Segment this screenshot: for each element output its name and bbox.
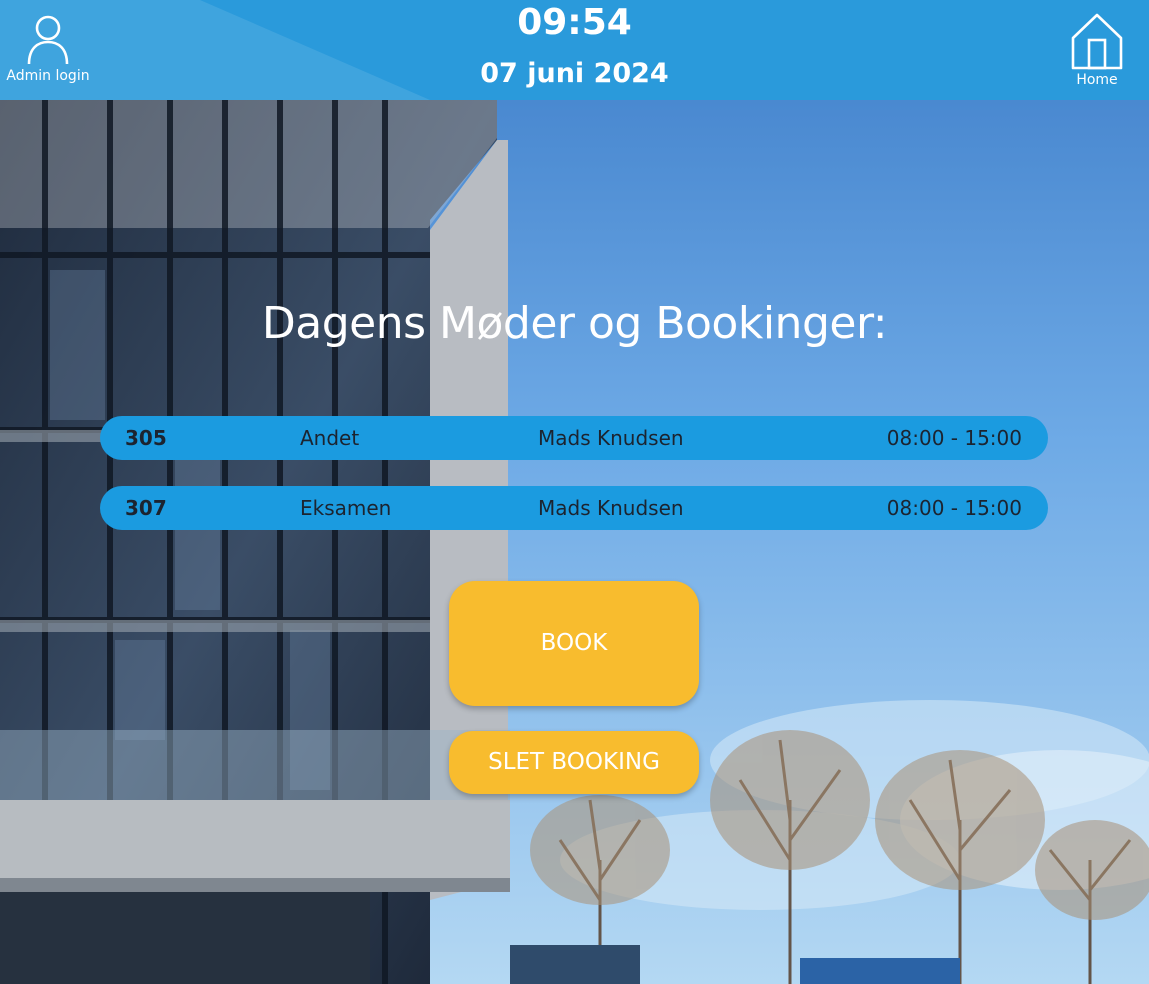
booking-organizer: Mads Knudsen — [538, 496, 684, 520]
booking-room: 307 — [125, 496, 167, 520]
clock-time: 09:54 — [517, 2, 632, 43]
booking-organizer: Mads Knudsen — [538, 426, 684, 450]
book-button[interactable]: BOOK — [449, 581, 699, 706]
kiosk-screen: Admin login 09:54 07 juni 2024 Home Dage… — [0, 0, 1149, 984]
bookings-list: 305 Andet Mads Knudsen 08:00 - 15:00 307… — [100, 416, 1048, 556]
booking-time: 08:00 - 15:00 — [886, 426, 1022, 450]
delete-booking-button[interactable]: SLET BOOKING — [449, 731, 699, 794]
current-date: 07 juni 2024 — [480, 58, 669, 89]
top-bar: Admin login 09:54 07 juni 2024 Home — [0, 0, 1149, 100]
home-icon — [1071, 13, 1123, 70]
booking-row[interactable]: 305 Andet Mads Knudsen 08:00 - 15:00 — [100, 416, 1048, 460]
booking-room: 305 — [125, 426, 167, 450]
booking-type: Andet — [300, 426, 360, 450]
booking-time: 08:00 - 15:00 — [886, 496, 1022, 520]
booking-row[interactable]: 307 Eksamen Mads Knudsen 08:00 - 15:00 — [100, 486, 1048, 530]
page-title: Dagens Møder og Bookinger: — [261, 298, 888, 349]
home-button[interactable]: Home — [1059, 12, 1135, 96]
booking-type: Eksamen — [300, 496, 392, 520]
home-label: Home — [1076, 72, 1118, 88]
